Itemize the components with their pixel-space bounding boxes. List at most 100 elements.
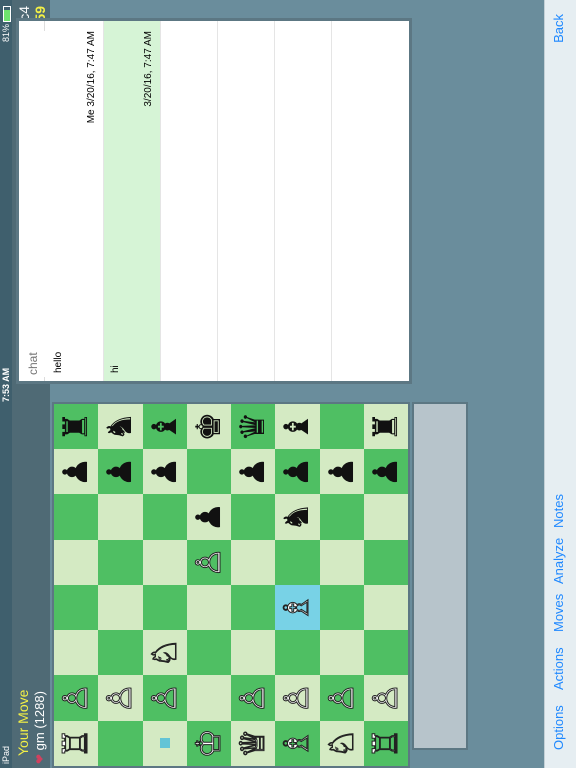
board-square[interactable]: [231, 539, 276, 585]
board-square[interactable]: ♟: [142, 449, 187, 495]
board-square[interactable]: ♞: [98, 404, 143, 450]
chess-piece[interactable]: ♟: [189, 502, 229, 532]
board-square[interactable]: ♖: [363, 720, 408, 766]
board-square[interactable]: ♟: [186, 494, 231, 540]
notes-button[interactable]: Notes: [551, 494, 566, 528]
board-square[interactable]: ♕: [231, 720, 276, 766]
chess-piece[interactable]: ♕: [233, 728, 274, 759]
board-square[interactable]: [54, 539, 99, 585]
board-square[interactable]: [98, 720, 143, 766]
board-square[interactable]: ♘: [142, 630, 187, 676]
chess-piece[interactable]: ♟: [233, 457, 273, 487]
board-square[interactable]: [319, 404, 364, 450]
board-square[interactable]: ♜: [54, 404, 99, 450]
analyze-button[interactable]: Analyze: [551, 538, 566, 584]
board-square[interactable]: [363, 494, 408, 540]
board-square[interactable]: ♔: [186, 720, 231, 766]
board-square[interactable]: ♟: [275, 449, 320, 495]
chess-board[interactable]: ♖ ♙ ♟ ♜ ♙ ♟ ♞ ♙ ♘ ♟ ♝ ♔ ♙ ♟ ♚ ♕ ♙ ♟ ♛ ♗ ♙ ♗ ♞ ♟ ♝ ♘ ♙ ♟ ♖ ♙ ♟ ♜: [52, 402, 410, 768]
board-square[interactable]: [54, 630, 99, 676]
board-square[interactable]: [98, 585, 143, 631]
chess-piece[interactable]: ♙: [277, 682, 318, 713]
chess-piece[interactable]: ♝: [145, 411, 185, 441]
board-square[interactable]: [98, 494, 143, 540]
chess-piece[interactable]: ♙: [233, 682, 274, 713]
board-square[interactable]: ♖: [54, 720, 99, 766]
board-square[interactable]: [98, 539, 143, 585]
back-button[interactable]: Back: [551, 14, 566, 43]
board-square[interactable]: ♙: [186, 539, 231, 585]
board-square[interactable]: ♝: [275, 404, 320, 450]
board-square[interactable]: ♙: [231, 675, 276, 721]
board-square[interactable]: [275, 630, 320, 676]
board-square[interactable]: ♙: [275, 675, 320, 721]
board-square[interactable]: [54, 494, 99, 540]
board-square[interactable]: [363, 630, 408, 676]
chess-piece[interactable]: ♙: [56, 682, 97, 713]
board-square[interactable]: [142, 585, 187, 631]
board-square[interactable]: ♗: [275, 720, 320, 766]
board-square[interactable]: [231, 585, 276, 631]
actions-button[interactable]: Actions: [551, 647, 566, 690]
board-square[interactable]: [186, 449, 231, 495]
board-square[interactable]: ♝: [142, 404, 187, 450]
board-square[interactable]: [231, 630, 276, 676]
chat-input[interactable]: [21, 31, 45, 377]
chess-piece[interactable]: ♝: [277, 411, 317, 441]
chess-piece[interactable]: ♔: [188, 728, 229, 759]
board-square[interactable]: ♟: [363, 449, 408, 495]
board-square[interactable]: ♛: [231, 404, 276, 450]
board-square[interactable]: [186, 675, 231, 721]
board-square[interactable]: ♙: [54, 675, 99, 721]
board-square[interactable]: [186, 630, 231, 676]
board-square[interactable]: [186, 585, 231, 631]
board-square[interactable]: [231, 494, 276, 540]
board-square[interactable]: ♙: [363, 675, 408, 721]
board-square[interactable]: [319, 539, 364, 585]
chess-piece[interactable]: ♗: [277, 592, 318, 623]
board-square[interactable]: [363, 539, 408, 585]
chess-piece[interactable]: ♟: [322, 457, 362, 487]
board-square[interactable]: [142, 494, 187, 540]
chess-piece[interactable]: ♙: [144, 682, 185, 713]
board-square[interactable]: ♙: [319, 675, 364, 721]
board-square[interactable]: [319, 585, 364, 631]
chess-piece[interactable]: ♙: [321, 682, 362, 713]
board-square[interactable]: ♚: [186, 404, 231, 450]
board-square[interactable]: [363, 585, 408, 631]
chess-piece[interactable]: ♙: [188, 547, 229, 578]
board-square[interactable]: ♟: [54, 449, 99, 495]
board-square[interactable]: [319, 494, 364, 540]
chess-piece[interactable]: ♛: [233, 411, 273, 441]
board-square[interactable]: ♜: [363, 404, 408, 450]
chess-piece[interactable]: ♜: [56, 411, 96, 441]
board-square[interactable]: ♟: [98, 449, 143, 495]
chess-piece[interactable]: ♘: [321, 728, 362, 759]
chess-piece[interactable]: ♟: [100, 457, 140, 487]
chess-piece[interactable]: ♟: [145, 457, 185, 487]
board-square[interactable]: ♟: [231, 449, 276, 495]
board-square[interactable]: [54, 585, 99, 631]
chess-piece[interactable]: ♟: [366, 457, 406, 487]
board-square[interactable]: [142, 539, 187, 585]
chess-piece[interactable]: ♗: [277, 728, 318, 759]
chess-piece[interactable]: ♙: [365, 682, 406, 713]
chess-piece[interactable]: ♖: [365, 728, 406, 759]
board-square[interactable]: ♞: [275, 494, 320, 540]
chess-piece[interactable]: ♚: [189, 411, 229, 441]
options-button[interactable]: Options: [551, 705, 566, 750]
chess-piece[interactable]: ♟: [56, 457, 96, 487]
board-square[interactable]: ♙: [98, 675, 143, 721]
board-square[interactable]: [275, 539, 320, 585]
board-square[interactable]: ♘: [319, 720, 364, 766]
moves-button[interactable]: Moves: [551, 594, 566, 632]
board-square[interactable]: ♗: [275, 585, 320, 631]
chess-piece[interactable]: ♟: [277, 457, 317, 487]
chess-piece[interactable]: ♞: [100, 411, 140, 441]
board-square[interactable]: [98, 630, 143, 676]
board-square[interactable]: ♟: [319, 449, 364, 495]
chess-piece[interactable]: ♖: [56, 728, 97, 759]
chess-piece[interactable]: ♜: [366, 411, 406, 441]
chess-piece[interactable]: ♞: [277, 502, 317, 532]
board-square[interactable]: [142, 720, 187, 766]
